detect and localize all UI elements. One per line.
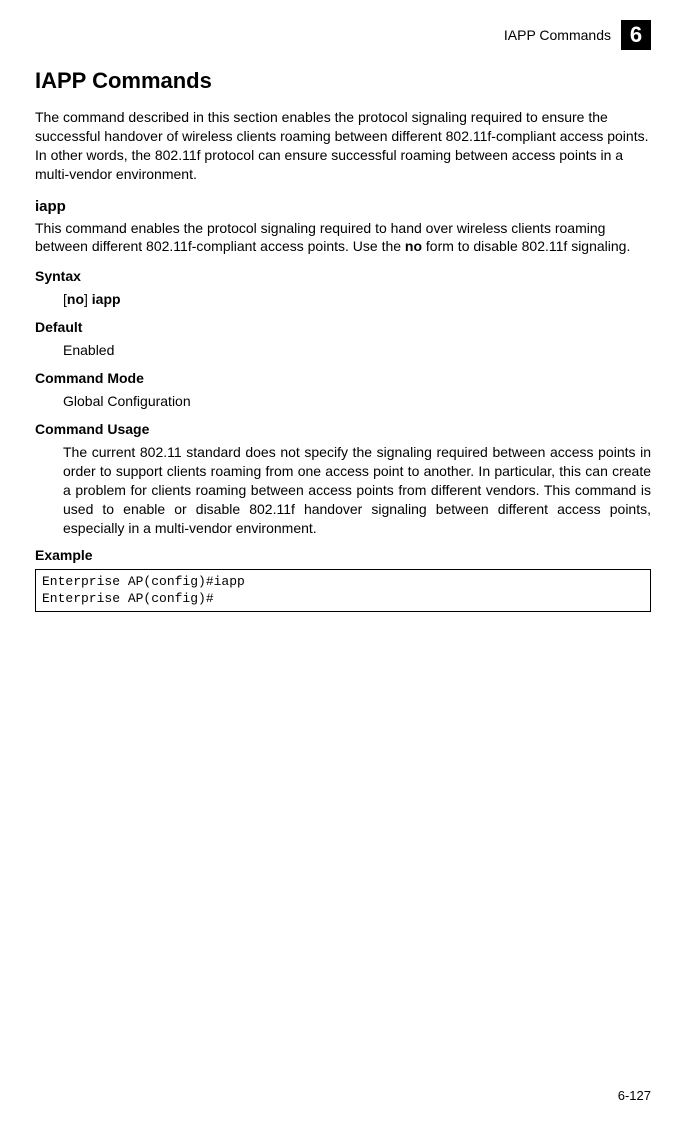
- page: IAPP Commands 6 IAPP Commands The comman…: [0, 0, 686, 1123]
- chapter-number-box: 6: [621, 20, 651, 50]
- syntax-value: [no] iapp: [63, 290, 651, 309]
- command-mode-value: Global Configuration: [63, 392, 651, 411]
- command-desc-post: form to disable 802.11f signaling.: [422, 238, 630, 254]
- example-label: Example: [35, 547, 651, 563]
- example-code: Enterprise AP(config)#iapp Enterprise AP…: [35, 569, 651, 612]
- syntax-cmd: iapp: [92, 291, 121, 307]
- syntax-label: Syntax: [35, 268, 651, 284]
- command-usage-label: Command Usage: [35, 421, 651, 437]
- syntax-no: no: [67, 291, 84, 307]
- command-desc-bold: no: [405, 238, 422, 254]
- command-usage-value: The current 802.11 standard does not spe…: [63, 443, 651, 537]
- command-name: iapp: [35, 198, 651, 215]
- syntax-bracket-close: ]: [84, 291, 92, 307]
- section-intro: The command described in this section en…: [35, 108, 651, 184]
- page-number: 6-127: [618, 1088, 651, 1103]
- running-title: IAPP Commands: [504, 27, 611, 43]
- default-value: Enabled: [63, 341, 651, 360]
- command-mode-label: Command Mode: [35, 370, 651, 386]
- command-description: This command enables the protocol signal…: [35, 219, 651, 257]
- section-title: IAPP Commands: [35, 68, 651, 94]
- default-label: Default: [35, 319, 651, 335]
- page-header: IAPP Commands 6: [35, 20, 651, 50]
